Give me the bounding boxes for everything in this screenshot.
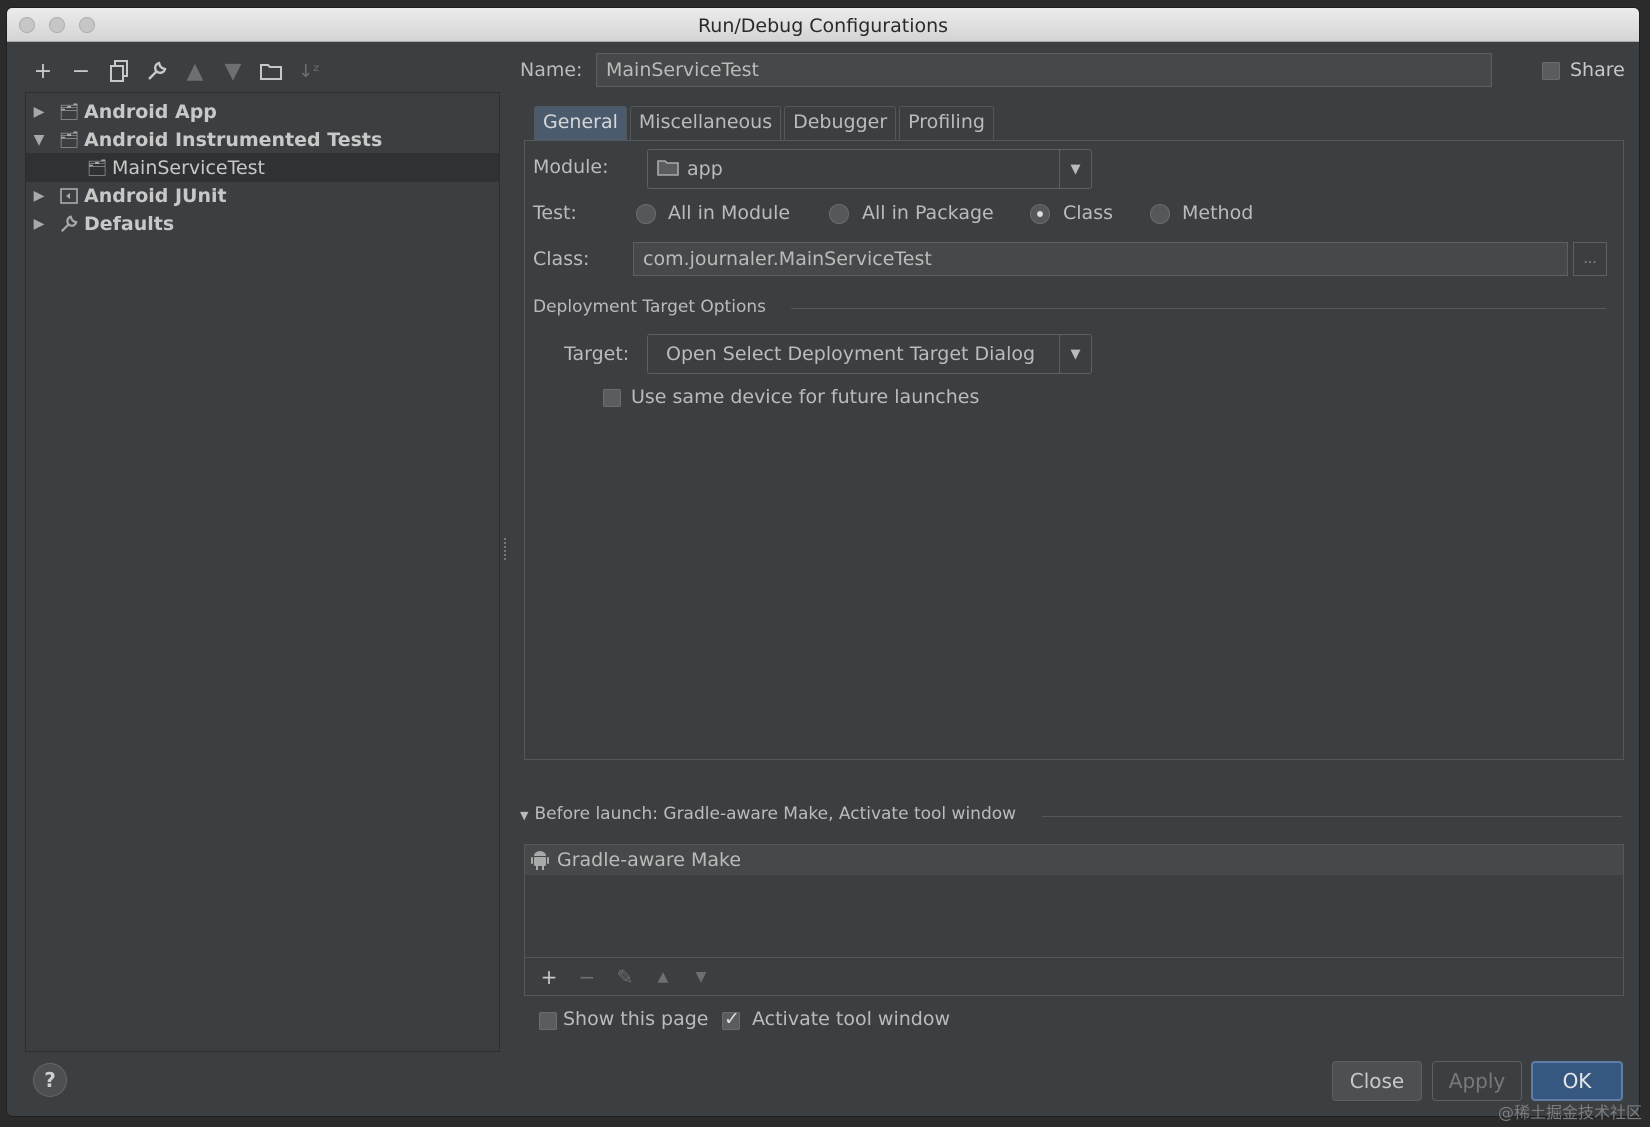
config-toolbar: + − ▲ ▼ ↓ᶻ (29, 56, 323, 86)
tree-item-android-junit[interactable]: ▶ Android JUnit (26, 181, 499, 210)
tree-item-android-app[interactable]: ▶ 🗂 Android App (26, 97, 499, 126)
module-select[interactable]: app ▼ (647, 149, 1092, 189)
junit-icon (58, 186, 80, 206)
module-label: Module: (533, 156, 609, 178)
deployment-header: Deployment Target Options (533, 297, 766, 317)
watermark: @稀土掘金技术社区 (1497, 1103, 1642, 1122)
run-debug-dialog: Run/Debug Configurations + − ▲ ▼ ↓ᶻ ▶ 🗂 … (6, 7, 1640, 1117)
config-tabs: General Miscellaneous Debugger Profiling (534, 106, 994, 140)
wrench-icon[interactable] (143, 57, 171, 85)
tree-item-android-instrumented-tests[interactable]: ▼ 🗂 Android Instrumented Tests (26, 125, 499, 154)
help-icon[interactable]: ? (33, 1063, 67, 1097)
show-page-label[interactable]: Show this page (563, 1008, 708, 1030)
tab-miscellaneous[interactable]: Miscellaneous (629, 106, 782, 140)
before-launch-separator (1042, 816, 1622, 817)
radio-all-in-module-label[interactable]: All in Module (668, 202, 790, 224)
general-tab-panel (524, 140, 1624, 760)
module-value: app (687, 158, 723, 180)
remove-icon[interactable]: − (575, 965, 599, 989)
title-bar: Run/Debug Configurations (7, 8, 1639, 42)
name-input[interactable]: MainServiceTest (596, 53, 1492, 87)
sort-icon[interactable]: ↓ᶻ (295, 57, 323, 85)
target-select[interactable]: Open Select Deployment Target Dialog ▼ (647, 334, 1092, 374)
copy-icon[interactable] (105, 57, 133, 85)
list-item[interactable]: Gradle-aware Make (525, 845, 1623, 875)
class-input[interactable]: com.journaler.MainServiceTest (633, 242, 1568, 276)
tree-item-defaults[interactable]: ▶ Defaults (26, 209, 499, 238)
move-down-icon[interactable]: ▼ (689, 965, 713, 989)
radio-all-in-package[interactable] (829, 204, 849, 224)
chevron-down-icon[interactable]: ▼ (1059, 150, 1091, 188)
before-launch-toolbar: + − ✎ ▲ ▼ (525, 957, 1623, 995)
before-launch-item-label: Gradle-aware Make (557, 849, 742, 871)
tab-profiling[interactable]: Profiling (899, 106, 994, 140)
chevron-right-icon[interactable]: ▶ (32, 104, 46, 120)
radio-all-in-package-label[interactable]: All in Package (862, 202, 994, 224)
show-page-checkbox[interactable] (539, 1012, 557, 1030)
panel-splitter[interactable] (504, 538, 508, 560)
tab-debugger[interactable]: Debugger (784, 106, 897, 140)
radio-method[interactable] (1150, 204, 1170, 224)
android-icon (531, 850, 549, 870)
before-launch-list: Gradle-aware Make + − ✎ ▲ ▼ (524, 844, 1624, 996)
radio-class-label[interactable]: Class (1063, 202, 1113, 224)
move-up-icon[interactable]: ▲ (651, 965, 675, 989)
add-icon[interactable]: + (537, 965, 561, 989)
browse-class-button[interactable]: ... (1573, 242, 1607, 276)
chevron-right-icon[interactable]: ▶ (32, 216, 46, 232)
move-up-icon[interactable]: ▲ (181, 57, 209, 85)
folder-icon[interactable] (257, 57, 285, 85)
close-button[interactable]: Close (1332, 1061, 1422, 1101)
target-value: Open Select Deployment Target Dialog (666, 343, 1036, 365)
chevron-down-icon[interactable]: ▼ (520, 809, 528, 822)
apply-button[interactable]: Apply (1432, 1061, 1522, 1101)
move-down-icon[interactable]: ▼ (219, 57, 247, 85)
chevron-right-icon[interactable]: ▶ (32, 188, 46, 204)
chevron-down-icon[interactable]: ▼ (32, 132, 46, 148)
radio-method-label[interactable]: Method (1182, 202, 1253, 224)
remove-icon[interactable]: − (67, 57, 95, 85)
class-label: Class: (533, 248, 590, 270)
ok-button[interactable]: OK (1531, 1061, 1623, 1101)
config-tree: ▶ 🗂 Android App ▼ 🗂 Android Instrumented… (25, 92, 500, 1052)
radio-class[interactable] (1030, 204, 1050, 224)
share-label: Share (1570, 59, 1625, 81)
tree-item-mainservicetest[interactable]: 🗂 MainServiceTest (26, 153, 499, 182)
same-device-checkbox[interactable] (603, 389, 621, 407)
android-app-icon: 🗂 (58, 102, 80, 121)
window-title: Run/Debug Configurations (697, 15, 949, 37)
radio-all-in-module[interactable] (636, 204, 656, 224)
add-icon[interactable]: + (29, 57, 57, 85)
chevron-down-icon[interactable]: ▼ (1059, 335, 1091, 373)
before-launch-toggle[interactable]: ▼ Before launch: Gradle-aware Make, Activ… (520, 804, 1016, 824)
name-label: Name: (520, 59, 583, 81)
folder-icon (657, 158, 679, 181)
target-label: Target: (564, 343, 630, 365)
before-launch-header: Before launch: Gradle-aware Make, Activa… (534, 804, 1017, 824)
test-config-icon: 🗂 (86, 158, 108, 177)
deployment-separator (791, 308, 1606, 309)
share-checkbox[interactable] (1542, 62, 1560, 80)
android-tests-icon: 🗂 (58, 130, 80, 149)
activate-tool-window-label[interactable]: Activate tool window (752, 1008, 950, 1030)
test-label: Test: (533, 202, 577, 224)
edit-icon[interactable]: ✎ (613, 965, 637, 989)
defaults-icon (58, 214, 80, 234)
tab-general[interactable]: General (534, 106, 627, 140)
activate-tool-window-checkbox[interactable] (722, 1008, 740, 1030)
same-device-label[interactable]: Use same device for future launches (631, 386, 979, 408)
